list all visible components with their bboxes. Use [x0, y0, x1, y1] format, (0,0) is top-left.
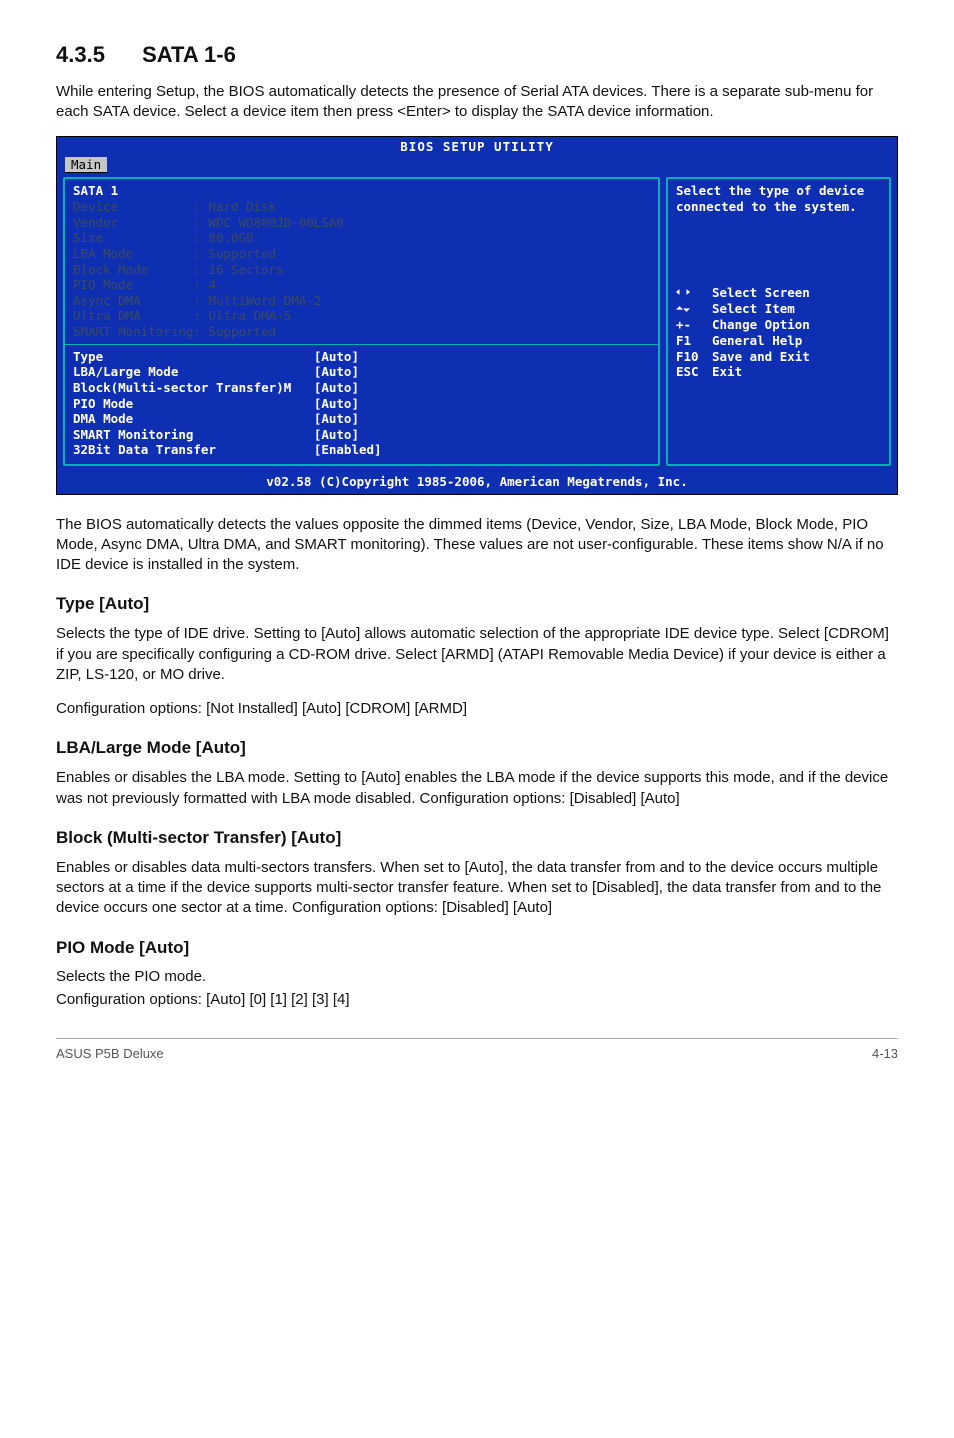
bios-title: BIOS SETUP UTILITY — [57, 137, 897, 157]
bios-settings-block: Type [Auto]LBA/Large Mode [Auto]Block(Mu… — [73, 349, 650, 458]
item-type-body: Selects the type of IDE drive. Setting t… — [56, 624, 898, 685]
bios-main-panel: SATA 1 Device : Hard DiskVendor : WDC WD… — [63, 177, 660, 466]
item-type-title: Type [Auto] — [56, 593, 898, 616]
bios-setting-row[interactable]: PIO Mode [Auto] — [73, 396, 650, 412]
legend-desc: Change Option — [712, 317, 810, 332]
footer-left: ASUS P5B Deluxe — [56, 1045, 164, 1063]
item-pio-body: Selects the PIO mode. — [56, 967, 898, 987]
legend-desc: Select Item — [712, 301, 795, 316]
bios-setting-row[interactable]: 32Bit Data Transfer [Enabled] — [73, 442, 650, 458]
bios-legend-row: ESC Exit — [676, 364, 881, 380]
arrow-up-down-icon — [676, 302, 712, 318]
bios-separator — [65, 344, 658, 345]
item-lba-body: Enables or disables the LBA mode. Settin… — [56, 768, 898, 809]
bios-legend-row: Select Screen — [676, 285, 881, 301]
legend-key: F1 — [676, 333, 712, 349]
bios-info-row: SMART Monitoring: Supported — [73, 324, 650, 340]
legend-key: +- — [676, 317, 712, 333]
bios-setting-row[interactable]: Block(Multi-sector Transfer)M [Auto] — [73, 380, 650, 396]
section-heading: 4.3.5 SATA 1-6 — [56, 40, 898, 70]
legend-desc: General Help — [712, 333, 802, 348]
bios-setting-row[interactable]: DMA Mode [Auto] — [73, 411, 650, 427]
bios-info-row: PIO Mode : 4 — [73, 277, 650, 293]
item-type-opts: Configuration options: [Not Installed] [… — [56, 699, 898, 719]
bios-legend-row: F1 General Help — [676, 333, 881, 349]
legend-desc: Select Screen — [712, 285, 810, 300]
item-lba-title: LBA/Large Mode [Auto] — [56, 737, 898, 760]
section-intro: While entering Setup, the BIOS automatic… — [56, 82, 898, 123]
bios-help-text: Select the type of device connected to t… — [676, 183, 881, 214]
bios-info-row: Ultra DMA : Ultra DMA-5 — [73, 308, 650, 324]
bios-legend: Select ScreenSelect Item+- Change Option… — [676, 285, 881, 380]
bios-help-panel: Select the type of device connected to t… — [666, 177, 891, 466]
bios-setting-row[interactable]: SMART Monitoring [Auto] — [73, 427, 650, 443]
arrow-left-right-icon — [676, 285, 712, 301]
bios-legend-row: F10 Save and Exit — [676, 349, 881, 365]
footer-right: 4-13 — [872, 1045, 898, 1063]
item-pio-opts: Configuration options: [Auto] [0] [1] [2… — [56, 990, 898, 1010]
bios-info-row: Device : Hard Disk — [73, 199, 650, 215]
bios-panel-title: SATA 1 — [73, 183, 650, 199]
section-title: SATA 1-6 — [142, 42, 236, 67]
item-pio-title: PIO Mode [Auto] — [56, 937, 898, 960]
bios-footer: v02.58 (C)Copyright 1985-2006, American … — [57, 472, 897, 494]
legend-desc: Save and Exit — [712, 349, 810, 364]
bios-info-row: Async DMA : MultiWord DMA-2 — [73, 293, 650, 309]
legend-key: F10 — [676, 349, 712, 365]
page-footer: ASUS P5B Deluxe 4-13 — [56, 1038, 898, 1063]
bios-legend-row: Select Item — [676, 301, 881, 317]
legend-desc: Exit — [712, 364, 742, 379]
legend-key: ESC — [676, 364, 712, 380]
item-block-body: Enables or disables data multi-sectors t… — [56, 858, 898, 919]
bios-tab-main[interactable]: Main — [65, 157, 107, 174]
bios-info-row: Vendor : WDC WD800JD-00LSA0 — [73, 215, 650, 231]
bios-window: BIOS SETUP UTILITY Main SATA 1 Device : … — [56, 136, 898, 495]
item-block-title: Block (Multi-sector Transfer) [Auto] — [56, 827, 898, 850]
bios-legend-row: +- Change Option — [676, 317, 881, 333]
bios-info-row: LBA Mode : Supported — [73, 246, 650, 262]
bios-info-row: Size : 80.0GB — [73, 230, 650, 246]
bios-setting-row[interactable]: LBA/Large Mode [Auto] — [73, 364, 650, 380]
bios-info-row: Block Mode : 16 Sectors — [73, 262, 650, 278]
bios-setting-row[interactable]: Type [Auto] — [73, 349, 650, 365]
section-number: 4.3.5 — [56, 40, 136, 70]
bios-info-block: Device : Hard DiskVendor : WDC WD800JD-0… — [73, 199, 650, 340]
post-bios-paragraph: The BIOS automatically detects the value… — [56, 515, 898, 576]
